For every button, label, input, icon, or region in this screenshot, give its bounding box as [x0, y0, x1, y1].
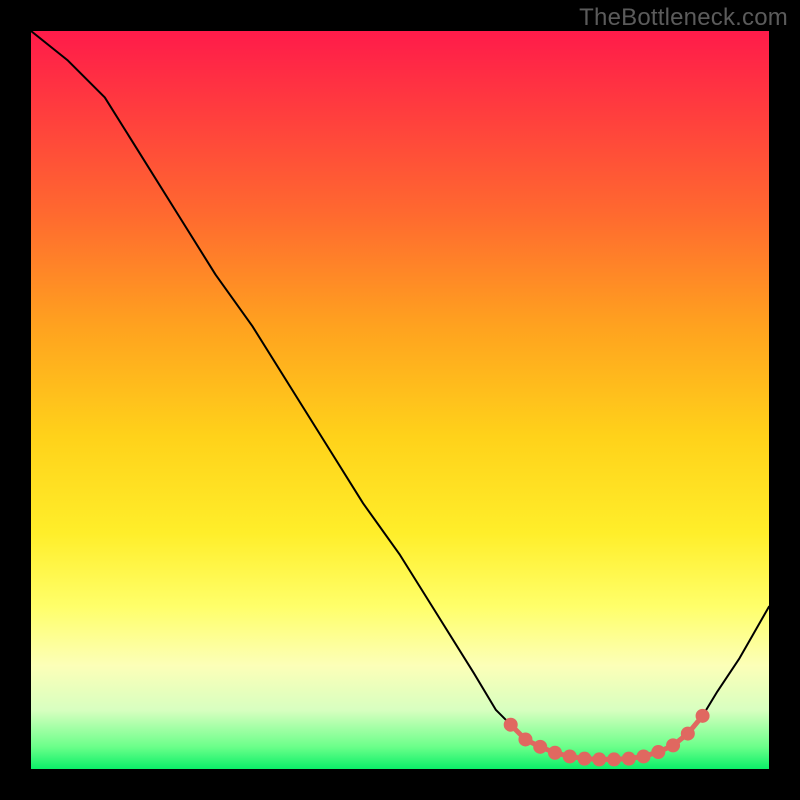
- marker-dot: [504, 718, 518, 732]
- marker-dot: [637, 749, 651, 763]
- marker-dot: [533, 740, 547, 754]
- marker-dot: [563, 749, 577, 763]
- chart-frame: TheBottleneck.com: [0, 0, 800, 800]
- marker-dot: [622, 752, 636, 766]
- marker-dot: [666, 738, 680, 752]
- marker-dot: [651, 745, 665, 759]
- line-chart-svg: [31, 31, 769, 769]
- marker-dot: [607, 752, 621, 766]
- chart-curve-path: [31, 31, 769, 759]
- marker-dot: [592, 752, 606, 766]
- marker-dot: [578, 752, 592, 766]
- marker-dot: [518, 732, 532, 746]
- marker-dot: [548, 746, 562, 760]
- watermark-text: TheBottleneck.com: [579, 4, 788, 32]
- marker-dot: [696, 709, 710, 723]
- marker-dot: [681, 727, 695, 741]
